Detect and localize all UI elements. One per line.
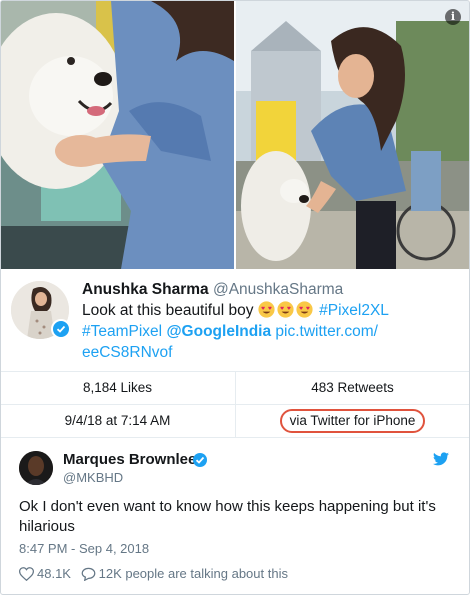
- pic-link-part1[interactable]: pic.twitter.com/: [275, 323, 378, 340]
- pic-link-part2[interactable]: eeCS8RNvof: [82, 344, 172, 361]
- hashtag-teampixel[interactable]: #TeamPixel: [82, 323, 162, 340]
- quoted-tweet-text: Anushka Sharma @AnushkaSharma Look at th…: [82, 279, 462, 363]
- heart-eyes-emoji: [277, 301, 294, 318]
- timestamp[interactable]: 9/4/18 at 7:14 AM: [1, 404, 234, 437]
- tweet-actions: 48.1K 12K people are talking about this: [18, 565, 288, 582]
- tweet-text: Ok I don't even want to know how this ke…: [19, 498, 436, 535]
- heart-eyes-emoji: [296, 301, 313, 318]
- twitter-bird-icon[interactable]: [433, 452, 449, 466]
- source-label[interactable]: via Twitter for iPhone: [279, 409, 426, 433]
- mention-googleindia[interactable]: @GoogleIndia: [166, 323, 271, 340]
- tweet-text: Look at this beautiful boy: [82, 302, 254, 319]
- retweets-count[interactable]: 483 Retweets: [235, 371, 469, 404]
- conversation-count[interactable]: 12K people are talking about this: [99, 566, 288, 581]
- likes-count[interactable]: 48.1K: [37, 566, 71, 581]
- author-handle[interactable]: @AnushkaSharma: [213, 281, 343, 298]
- verified-badge-icon: [51, 319, 71, 339]
- source-cell: via Twitter for iPhone: [235, 404, 469, 437]
- avatar[interactable]: [19, 451, 53, 485]
- author-handle[interactable]: @MKBHD: [63, 470, 123, 485]
- tweet-timestamp[interactable]: 8:47 PM - Sep 4, 2018: [19, 541, 149, 556]
- reply-icon[interactable]: [81, 567, 96, 581]
- info-icon[interactable]: i: [445, 9, 461, 25]
- author-name[interactable]: Marques Brownlee: [63, 451, 196, 468]
- author-name[interactable]: Anushka Sharma: [82, 281, 209, 298]
- engagement-stats: 8,184 Likes 483 Retweets: [1, 371, 469, 405]
- verified-badge-icon: [193, 453, 207, 467]
- quoted-tweet[interactable]: Anushka Sharma @AnushkaSharma Look at th…: [1, 269, 469, 372]
- heart-eyes-emoji: [258, 301, 275, 318]
- photo-grid[interactable]: i: [1, 1, 469, 269]
- tweet-meta: 9/4/18 at 7:14 AM via Twitter for iPhone: [1, 404, 469, 438]
- embedded-tweet[interactable]: Marques Brownlee @MKBHD Ok I don't even …: [1, 438, 469, 594]
- hashtag-pixel2xl[interactable]: #Pixel2XL: [319, 302, 389, 319]
- likes-count[interactable]: 8,184 Likes: [1, 371, 234, 404]
- tweet-card: i Anushka Sharma @AnushkaSharma Look at …: [0, 0, 470, 595]
- photo-woman-with-dog[interactable]: [236, 1, 469, 269]
- photo-dog-closeup[interactable]: [1, 1, 234, 269]
- heart-icon[interactable]: [18, 566, 35, 581]
